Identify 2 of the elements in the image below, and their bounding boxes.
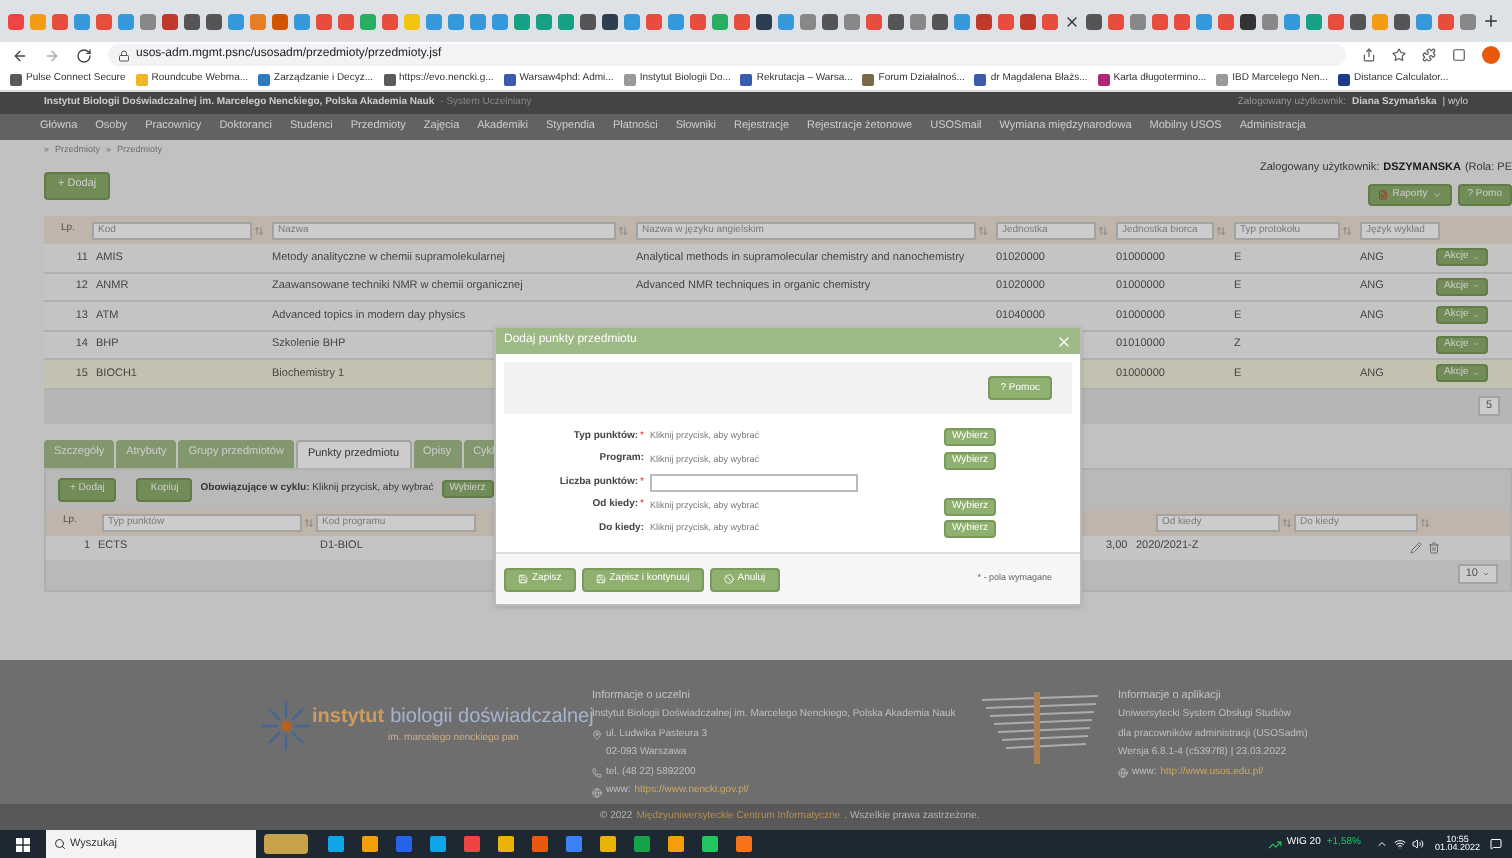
logo-text: instytut: [312, 708, 385, 728]
logo-text: biologii doświadczalnej: [390, 708, 594, 728]
